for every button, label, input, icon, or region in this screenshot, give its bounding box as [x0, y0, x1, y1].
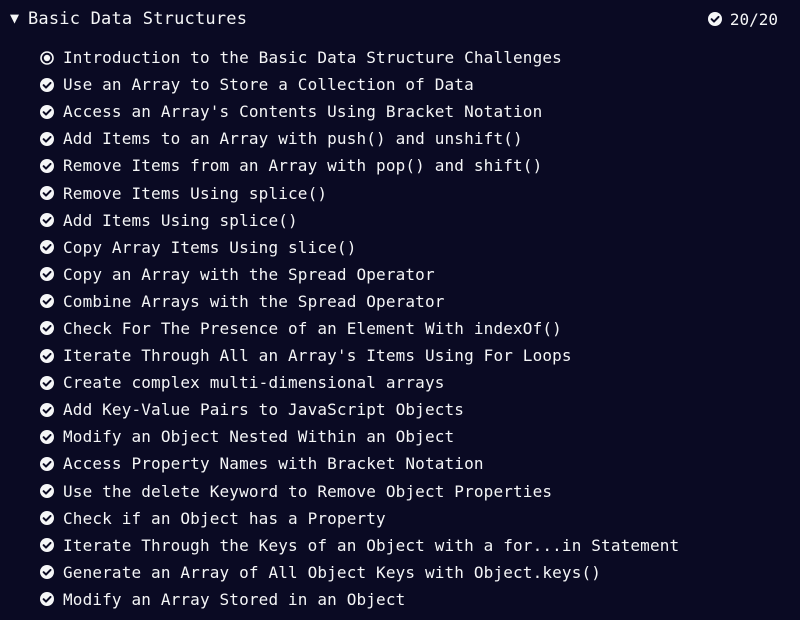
challenge-item[interactable]: Copy Array Items Using slice() — [40, 234, 679, 261]
block-title: Basic Data Structures — [28, 9, 248, 29]
check-circle-icon — [40, 348, 54, 363]
check-circle-icon — [40, 294, 54, 309]
challenge-item[interactable]: Access Property Names with Bracket Notat… — [40, 450, 679, 477]
challenge-item[interactable]: Create complex multi-dimensional arrays — [40, 369, 679, 396]
check-circle-icon — [40, 565, 54, 580]
triangle-down-icon: ▼ — [10, 8, 20, 27]
challenge-title: Access Property Names with Bracket Notat… — [63, 454, 484, 474]
check-circle-icon — [40, 321, 54, 336]
block-header[interactable]: ▼ Basic Data Structures 20/20 — [0, 0, 800, 38]
check-circle-icon — [40, 240, 54, 255]
progress-count: 20/20 — [729, 9, 778, 29]
challenge-title: Add Items to an Array with push() and un… — [63, 129, 523, 149]
check-circle-icon — [40, 511, 54, 526]
check-circle-icon — [40, 538, 54, 553]
challenge-title: Modify an Array Stored in an Object — [63, 589, 406, 609]
challenge-item[interactable]: Iterate Through All an Array's Items Usi… — [40, 342, 679, 369]
check-circle-icon — [40, 484, 54, 499]
check-circle-icon — [40, 213, 54, 228]
check-circle-icon — [40, 402, 54, 417]
challenge-item[interactable]: Copy an Array with the Spread Operator — [40, 261, 679, 288]
challenge-item[interactable]: Generate an Array of All Object Keys wit… — [40, 559, 679, 586]
challenge-title: Add Items Using splice() — [63, 210, 298, 230]
challenge-item[interactable]: Access an Array's Contents Using Bracket… — [40, 98, 679, 125]
challenge-item[interactable]: Check For The Presence of an Element Wit… — [40, 315, 679, 342]
challenge-title: Combine Arrays with the Spread Operator — [63, 291, 445, 311]
check-circle-icon — [40, 375, 54, 390]
challenge-item[interactable]: Use the delete Keyword to Remove Object … — [40, 478, 679, 505]
challenge-item[interactable]: Combine Arrays with the Spread Operator — [40, 288, 679, 315]
challenge-title: Use the delete Keyword to Remove Object … — [63, 481, 553, 501]
challenge-title: Introduction to the Basic Data Structure… — [63, 48, 562, 68]
check-circle-icon — [40, 456, 54, 471]
challenge-item[interactable]: Use an Array to Store a Collection of Da… — [40, 71, 679, 98]
challenge-title: Add Key-Value Pairs to JavaScript Object… — [63, 400, 465, 420]
challenge-title: Check For The Presence of an Element Wit… — [63, 318, 562, 338]
challenge-item[interactable]: Remove Items from an Array with pop() an… — [40, 152, 679, 179]
challenge-title: Check if an Object has a Property — [63, 508, 386, 528]
challenge-item[interactable]: Add Key-Value Pairs to JavaScript Object… — [40, 396, 679, 423]
challenge-item[interactable]: Check if an Object has a Property — [40, 505, 679, 532]
challenge-item[interactable]: Modify an Array Stored in an Object — [40, 586, 679, 613]
challenge-title: Use an Array to Store a Collection of Da… — [63, 75, 474, 95]
check-circle-icon — [707, 12, 722, 26]
challenge-item[interactable]: Introduction to the Basic Data Structure… — [40, 44, 679, 71]
challenge-title: Copy Array Items Using slice() — [63, 237, 357, 257]
check-circle-icon — [40, 104, 54, 119]
challenge-title: Iterate Through the Keys of an Object wi… — [63, 535, 680, 555]
challenge-title: Copy an Array with the Spread Operator — [63, 264, 435, 284]
challenge-title: Modify an Object Nested Within an Object — [63, 427, 455, 447]
challenge-title: Generate an Array of All Object Keys wit… — [63, 562, 602, 582]
check-circle-icon — [40, 131, 54, 146]
challenge-title: Iterate Through All an Array's Items Usi… — [63, 346, 572, 366]
challenge-list: Introduction to the Basic Data Structure… — [40, 44, 679, 613]
radio-dot-icon — [40, 50, 54, 65]
challenge-item[interactable]: Iterate Through the Keys of an Object wi… — [40, 532, 679, 559]
check-circle-icon — [40, 429, 54, 444]
check-circle-icon — [40, 158, 54, 173]
check-circle-icon — [40, 186, 54, 201]
challenge-item[interactable]: Add Items to an Array with push() and un… — [40, 125, 679, 152]
challenge-title: Remove Items from an Array with pop() an… — [63, 156, 543, 176]
challenge-title: Remove Items Using splice() — [63, 183, 328, 203]
challenge-item[interactable]: Modify an Object Nested Within an Object — [40, 423, 679, 450]
challenge-title: Access an Array's Contents Using Bracket… — [63, 102, 543, 122]
check-circle-icon — [40, 592, 54, 607]
challenge-item[interactable]: Remove Items Using splice() — [40, 179, 679, 206]
check-circle-icon — [40, 267, 54, 282]
challenge-title: Create complex multi-dimensional arrays — [63, 373, 445, 393]
check-circle-icon — [40, 77, 54, 92]
block-progress: 20/20 — [707, 9, 778, 29]
challenge-item[interactable]: Add Items Using splice() — [40, 207, 679, 234]
